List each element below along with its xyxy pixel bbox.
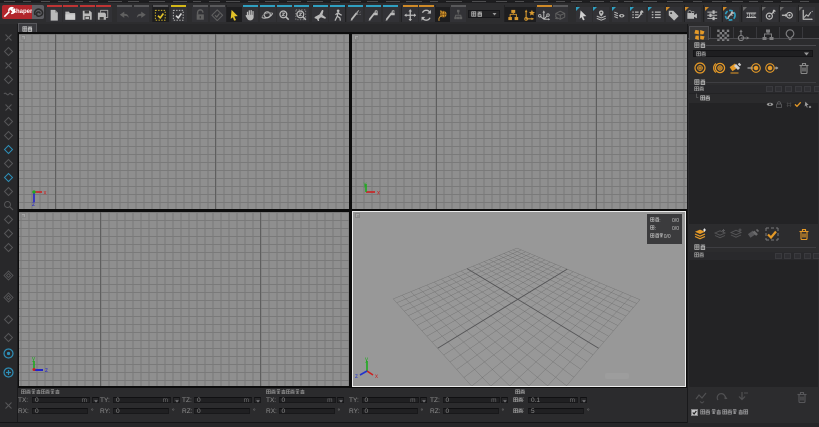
svg-text:z: z [45, 368, 48, 374]
svg-text:y: y [32, 357, 35, 363]
svg-text:y: y [364, 182, 367, 188]
svg-text:1:1: 1:1 [356, 10, 361, 15]
svg-text:x: x [377, 191, 380, 197]
svg-text:z: z [32, 202, 35, 206]
svg-text:x: x [375, 374, 378, 380]
svg-text:x: x [44, 191, 47, 197]
svg-text:y: y [365, 357, 368, 363]
svg-text:z: z [355, 374, 358, 380]
